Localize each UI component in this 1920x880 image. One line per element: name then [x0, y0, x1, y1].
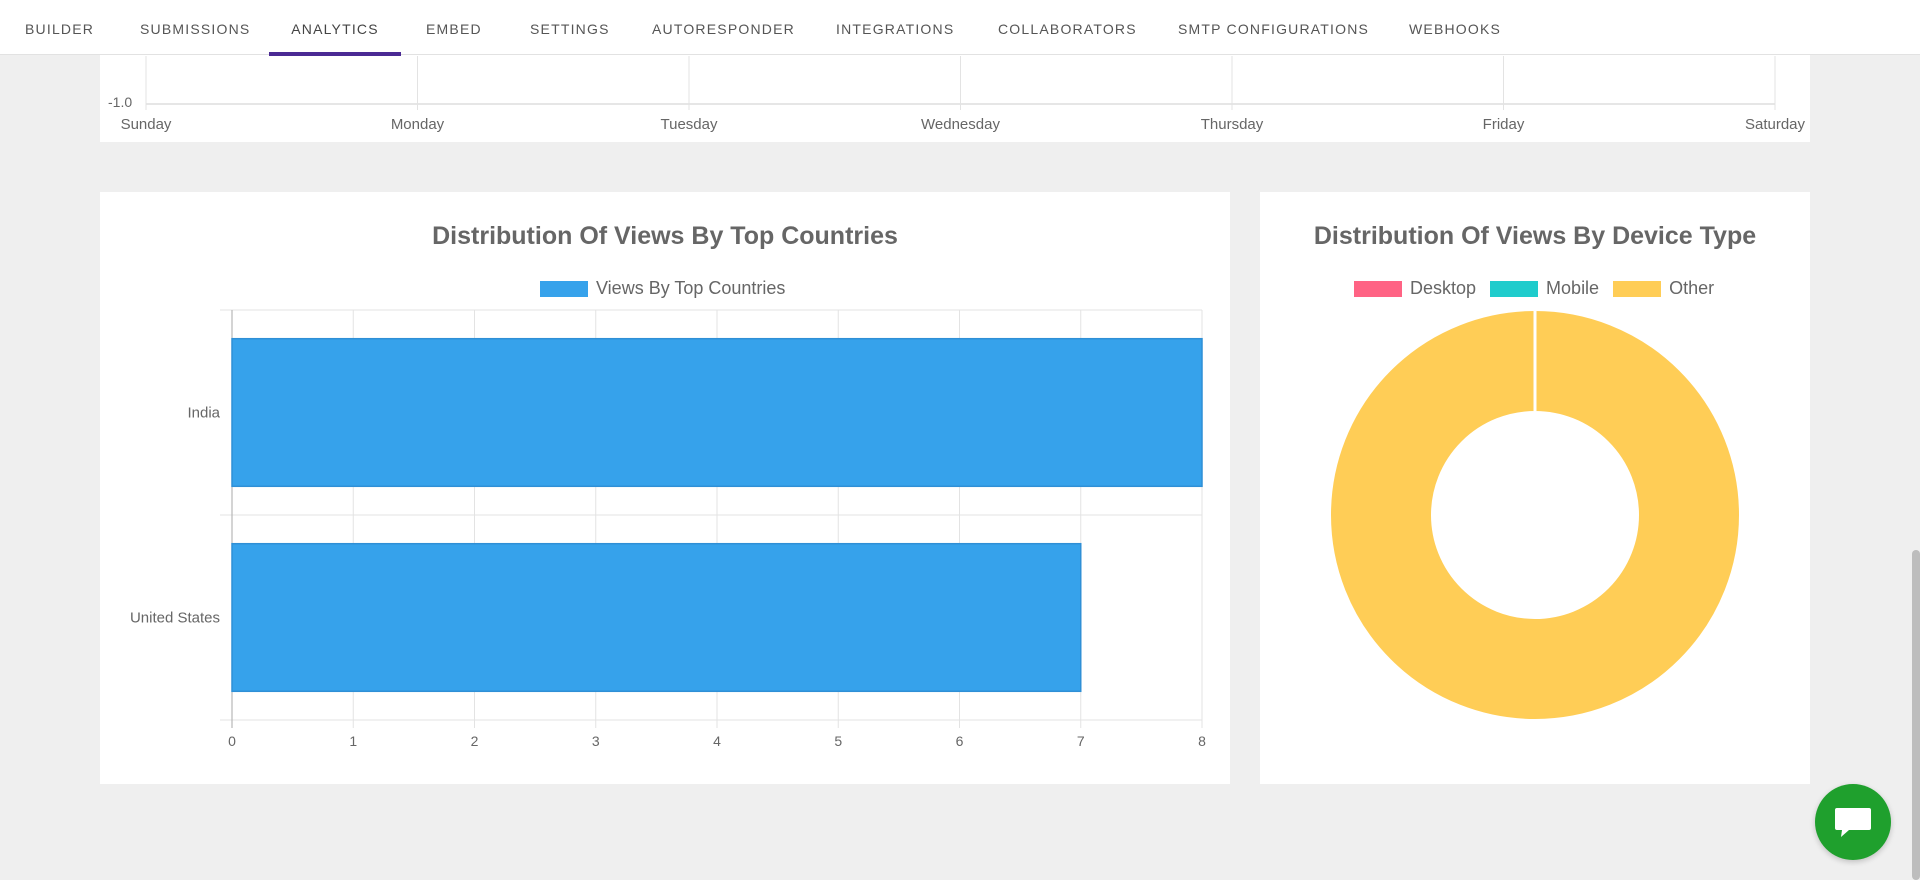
countries-x-tick: 7 — [1077, 733, 1085, 749]
tab-submissions[interactable]: SUBMISSIONS — [140, 0, 250, 55]
weekday-x-label: Thursday — [1201, 116, 1264, 133]
countries-category-label: United States — [130, 610, 220, 627]
weekday-x-label: Monday — [391, 116, 445, 133]
tab-analytics-label: ANALYTICS — [291, 21, 379, 37]
tab-builder[interactable]: BUILDER — [25, 0, 94, 55]
weekday-x-label: Tuesday — [661, 116, 718, 133]
chat-bubble-icon — [1835, 808, 1871, 837]
weekday-x-label: Saturday — [1745, 116, 1806, 133]
countries-x-tick: 4 — [713, 733, 721, 749]
tab-integrations[interactable]: INTEGRATIONS — [836, 0, 954, 55]
tab-settings[interactable]: SETTINGS — [530, 0, 610, 55]
weekday-x-label: Wednesday — [921, 116, 1000, 133]
scrollbar-thumb[interactable] — [1912, 550, 1920, 880]
countries-bar[interactable] — [231, 542, 1082, 693]
weekday-x-label: Sunday — [121, 116, 172, 133]
tab-analytics[interactable]: ANALYTICS — [269, 0, 401, 56]
chat-button[interactable] — [1815, 784, 1891, 860]
top-navigation: BUILDER SUBMISSIONS ANALYTICS EMBED SETT… — [0, 0, 1920, 56]
countries-x-tick: 2 — [471, 733, 479, 749]
weekday-x-label: Friday — [1483, 116, 1525, 133]
tab-smtp-configurations[interactable]: SMTP CONFIGURATIONS — [1178, 0, 1369, 55]
tab-collaborators[interactable]: COLLABORATORS — [998, 0, 1137, 55]
device-doughnut-chart — [1331, 311, 1739, 719]
countries-bar[interactable] — [231, 337, 1203, 488]
tab-embed[interactable]: EMBED — [426, 0, 482, 55]
countries-x-tick: 3 — [592, 733, 600, 749]
countries-x-tick: 0 — [228, 733, 236, 749]
weekday-y-tick: -1.0 — [108, 94, 132, 110]
countries-bar-chart: 0 1 2 3 4 5 6 7 8 India United States — [130, 309, 1206, 749]
countries-x-tick: 6 — [956, 733, 964, 749]
device-chart-card: Distribution Of Views By Device Type Des… — [1260, 192, 1810, 784]
countries-category-label: India — [187, 405, 220, 422]
tab-webhooks[interactable]: WEBHOOKS — [1409, 0, 1501, 55]
tab-autoresponder[interactable]: AUTORESPONDER — [652, 0, 795, 55]
countries-x-tick: 8 — [1198, 733, 1206, 749]
countries-x-tick: 1 — [349, 733, 357, 749]
countries-x-tick: 5 — [834, 733, 842, 749]
active-tab-indicator — [269, 52, 401, 56]
countries-chart-card: Distribution Of Views By Top Countries V… — [100, 192, 1230, 784]
